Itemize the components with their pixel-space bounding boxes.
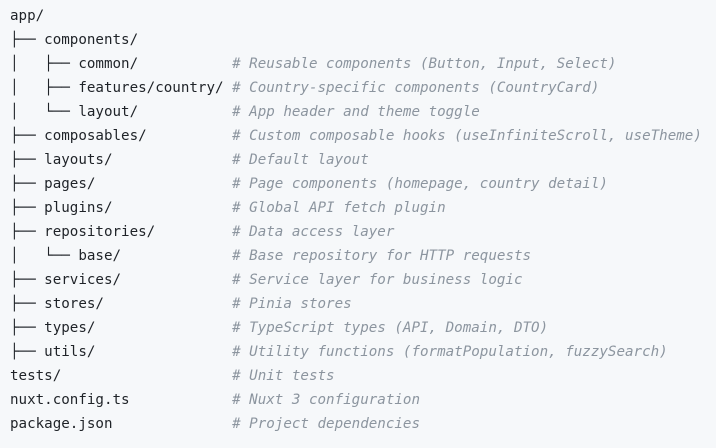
tree-path: ├── stores/ — [10, 296, 233, 312]
tree-line-plugins: ├── plugins/ # Global API fetch plugin — [10, 196, 716, 220]
tree-comment: # TypeScript types (API, Domain, DTO) — [232, 320, 549, 336]
tree-comment: # Service layer for business logic — [232, 272, 523, 288]
tree-line-types: ├── types/ # TypeScript types (API, Doma… — [10, 316, 716, 340]
tree-path: ├── types/ — [10, 320, 233, 336]
tree-comment: # Nuxt 3 configuration — [232, 392, 421, 408]
tree-comment: # Global API fetch plugin — [232, 200, 446, 216]
tree-path: ├── services/ — [10, 272, 233, 288]
tree-path: ├── composables/ — [10, 128, 233, 144]
tree-path: ├── utils/ — [10, 344, 233, 360]
tree-comment: # Data access layer — [232, 224, 395, 240]
tree-line-pages: ├── pages/ # Page components (homepage, … — [10, 172, 716, 196]
tree-comment: # Custom composable hooks (useInfiniteSc… — [232, 128, 702, 144]
tree-line-components: ├── components/ — [10, 28, 716, 52]
tree-line-tests: tests/ # Unit tests — [10, 364, 716, 388]
tree-line-utils: ├── utils/ # Utility functions (formatPo… — [10, 340, 716, 364]
tree-path: │ ├── features/country/ — [10, 80, 233, 96]
tree-line-repositories: ├── repositories/ # Data access layer — [10, 220, 716, 244]
tree-comment: # Project dependencies — [232, 416, 421, 432]
tree-path: │ └── base/ — [10, 248, 233, 264]
tree-path: │ ├── common/ — [10, 56, 233, 72]
directory-tree-code-block: app/ ├── components/ │ ├── common/ # Reu… — [0, 0, 716, 448]
tree-path: ├── components/ — [10, 32, 139, 48]
tree-path: ├── repositories/ — [10, 224, 233, 240]
tree-line-layout: │ └── layout/ # App header and theme tog… — [10, 100, 716, 124]
tree-line-features-country: │ ├── features/country/ # Country-specif… — [10, 76, 716, 100]
tree-line-composables: ├── composables/ # Custom composable hoo… — [10, 124, 716, 148]
tree-comment: # Unit tests — [232, 368, 335, 384]
tree-comment: # Country-specific components (CountryCa… — [232, 80, 600, 96]
tree-line-stores: ├── stores/ # Pinia stores — [10, 292, 716, 316]
tree-path: ├── pages/ — [10, 176, 233, 192]
tree-comment: # Page components (homepage, country det… — [232, 176, 608, 192]
tree-line-base: │ └── base/ # Base repository for HTTP r… — [10, 244, 716, 268]
tree-path: │ └── layout/ — [10, 104, 233, 120]
tree-comment: # Utility functions (formatPopulation, f… — [232, 344, 668, 360]
tree-path: ├── layouts/ — [10, 152, 233, 168]
tree-path: package.json — [10, 416, 233, 432]
tree-path: nuxt.config.ts — [10, 392, 233, 408]
tree-comment: # App header and theme toggle — [232, 104, 480, 120]
tree-line-app: app/ — [10, 4, 716, 28]
tree-comment: # Default layout — [232, 152, 369, 168]
tree-line-services: ├── services/ # Service layer for busine… — [10, 268, 716, 292]
tree-path: tests/ — [10, 368, 233, 384]
tree-path: ├── plugins/ — [10, 200, 233, 216]
tree-comment: # Base repository for HTTP requests — [232, 248, 532, 264]
tree-line-common: │ ├── common/ # Reusable components (But… — [10, 52, 716, 76]
tree-line-nuxt-config: nuxt.config.ts # Nuxt 3 configuration — [10, 388, 716, 412]
tree-comment: # Reusable components (Button, Input, Se… — [232, 56, 617, 72]
tree-line-package-json: package.json # Project dependencies — [10, 412, 716, 436]
tree-line-layouts: ├── layouts/ # Default layout — [10, 148, 716, 172]
tree-comment: # Pinia stores — [232, 296, 352, 312]
tree-path: app/ — [10, 8, 45, 24]
